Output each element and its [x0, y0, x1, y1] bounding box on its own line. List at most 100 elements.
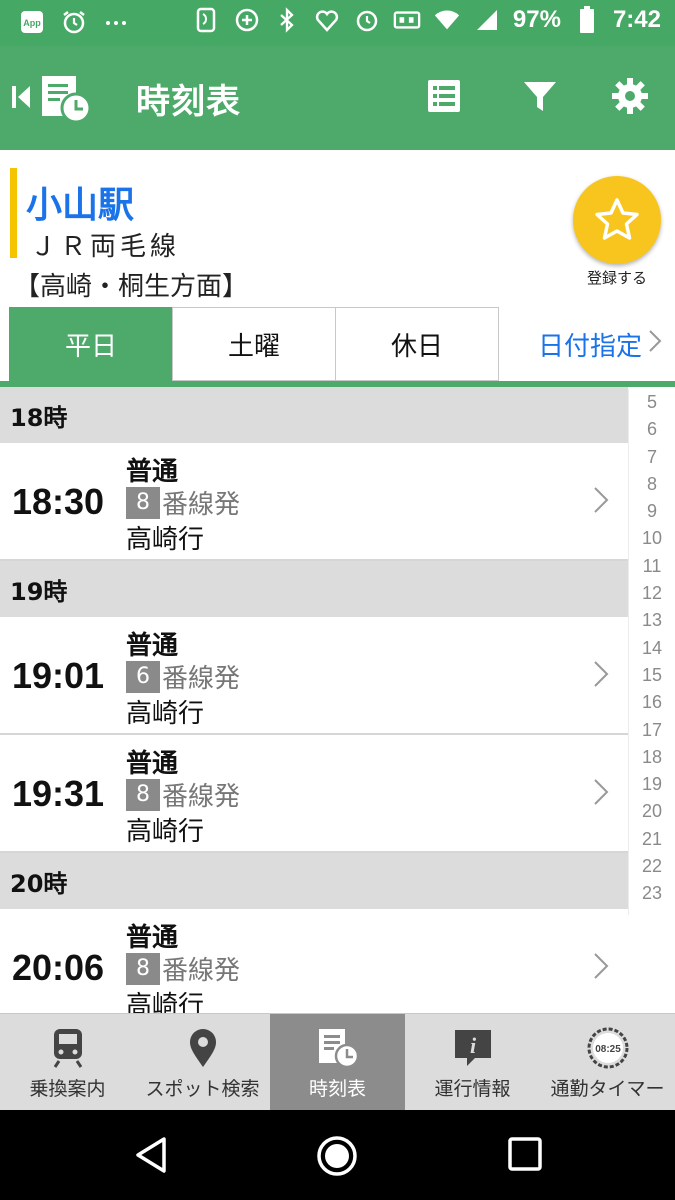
hour-index-item[interactable]: 5 [629, 389, 675, 416]
nav-label: スポット検索 [145, 1078, 260, 1100]
nav-label: 運行情報 [434, 1078, 511, 1100]
hour-index-item[interactable]: 23 [629, 880, 675, 907]
hour-index-item[interactable]: 19 [629, 771, 675, 798]
hour-index-item[interactable]: 13 [629, 607, 675, 634]
train-type: 普通 [126, 631, 179, 661]
hour-index-item[interactable]: 17 [629, 717, 675, 744]
hour-index-item[interactable]: 12 [629, 580, 675, 607]
train-row[interactable]: 19:01 普通 6 番線発 高崎行 [0, 617, 628, 735]
hour-index[interactable]: 5 6 7 8 9 10 11 12 13 14 15 16 17 18 19 … [628, 389, 675, 915]
train-icon [45, 1026, 91, 1070]
info-icon: i [450, 1026, 496, 1070]
hour-index-item[interactable]: 21 [629, 826, 675, 853]
hour-index-item[interactable]: 11 [629, 553, 675, 580]
list-icon [428, 80, 460, 112]
nfc-icon [193, 6, 221, 34]
svg-text:App: App [23, 18, 41, 28]
timer-icon: 08:25 [585, 1026, 631, 1070]
location-pin-icon [180, 1026, 226, 1070]
platform-number: 8 [126, 486, 160, 519]
train-row[interactable]: 20:06 普通 8 番線発 高崎行 [0, 909, 628, 1013]
list-view-button[interactable] [424, 76, 464, 116]
departure-time: 19:01 [12, 655, 105, 696]
train-row[interactable]: 19:31 普通 8 番線発 高崎行 [0, 735, 628, 853]
platform-suffix: 番線発 [162, 664, 241, 694]
tab-weekday[interactable]: 平日 [9, 307, 173, 381]
chevron-right-icon [594, 661, 609, 687]
filter-icon [524, 82, 556, 111]
favorite-label: 登録する [586, 269, 647, 287]
tab-saturday[interactable]: 土曜 [172, 307, 336, 381]
platform-number: 8 [126, 952, 160, 985]
settings-icon [612, 78, 648, 114]
back-icon[interactable] [132, 1135, 172, 1175]
svg-text:i: i [469, 1033, 476, 1058]
train-type: 普通 [126, 923, 179, 953]
destination: 高崎行 [126, 817, 205, 847]
hour-index-item[interactable]: 10 [629, 525, 675, 552]
nav-transfer[interactable]: 乗換案内 [0, 1014, 135, 1111]
nav-timetable[interactable]: 時刻表 [270, 1014, 405, 1111]
line-color-bar [10, 168, 17, 258]
tab-holiday[interactable]: 休日 [335, 307, 499, 381]
departure-time: 20:06 [12, 947, 105, 988]
hour-index-item[interactable]: 18 [629, 744, 675, 771]
nav-commute-timer[interactable]: 08:25 通勤タイマー [540, 1014, 675, 1111]
wifi-icon [433, 6, 461, 34]
hour-index-item[interactable]: 14 [629, 635, 675, 662]
filter-button[interactable] [520, 76, 560, 116]
alarm-icon [60, 8, 88, 36]
destination: 高崎行 [126, 525, 205, 555]
date-select-label: 日付指定 [538, 331, 643, 362]
platform-number: 8 [126, 778, 160, 811]
nav-spot-search[interactable]: スポット検索 [135, 1014, 270, 1111]
settings-button[interactable] [610, 76, 650, 116]
bluetooth-icon [273, 6, 301, 34]
platform-info: 8 番線発 [126, 776, 240, 813]
platform-suffix: 番線発 [162, 956, 241, 986]
hour-index-item[interactable]: 8 [629, 471, 675, 498]
recents-icon[interactable] [506, 1135, 546, 1175]
nav-service-info[interactable]: i 運行情報 [405, 1014, 540, 1111]
hour-index-item[interactable]: 6 [629, 416, 675, 443]
app-icon: App [18, 8, 46, 36]
hour-index-item[interactable]: 20 [629, 798, 675, 825]
hour-header: 20時 [0, 853, 628, 909]
train-row[interactable]: 18:30 普通 8 番線発 高崎行 [0, 443, 628, 561]
bottom-nav: 乗換案内 スポット検索 時刻表 i 運行情報 08:25 通勤タイマー [0, 1013, 675, 1111]
departure-time: 19:31 [12, 773, 105, 814]
platform-suffix: 番線発 [162, 782, 241, 812]
day-tabs: 平日 土曜 休日 日付指定 [0, 307, 675, 387]
timetable-icon [42, 76, 92, 124]
battery-percent: 97% [512, 6, 561, 33]
signal-icon [473, 6, 501, 34]
hour-index-item[interactable]: 7 [629, 444, 675, 471]
train-type: 普通 [126, 749, 179, 779]
page-title: 時刻表 [136, 82, 241, 122]
nav-label: 乗換案内 [29, 1078, 106, 1100]
heart-icon [313, 6, 341, 34]
station-header: 小山駅 ＪＲ両毛線 【高崎・桐生方面】 登録する [0, 150, 675, 308]
favorite-button[interactable] [573, 176, 661, 264]
timetable-list[interactable]: 18時 18:30 普通 8 番線発 高崎行 19時 19:01 普通 6 番線… [0, 387, 628, 1013]
hour-index-item[interactable]: 9 [629, 498, 675, 525]
platform-number: 6 [126, 660, 160, 693]
tab-date-select[interactable]: 日付指定 [500, 307, 675, 381]
hour-index-item[interactable]: 22 [629, 853, 675, 880]
skip-back-icon [12, 86, 30, 108]
chevron-right-icon [594, 779, 609, 805]
chevron-right-icon [594, 487, 609, 513]
departure-time: 18:30 [12, 481, 105, 522]
back-button[interactable] [10, 72, 96, 124]
train-type: 普通 [126, 457, 179, 487]
home-icon[interactable] [316, 1135, 357, 1176]
hour-header: 18時 [0, 387, 628, 443]
more-icon [102, 8, 130, 36]
hour-index-item[interactable]: 16 [629, 689, 675, 716]
nav-label: 時刻表 [308, 1078, 366, 1100]
app-bar: 時刻表 [0, 46, 675, 150]
svg-text:08:25: 08:25 [595, 1044, 621, 1055]
platform-suffix: 番線発 [162, 490, 241, 520]
hour-index-item[interactable]: 15 [629, 662, 675, 689]
destination: 高崎行 [126, 699, 205, 729]
